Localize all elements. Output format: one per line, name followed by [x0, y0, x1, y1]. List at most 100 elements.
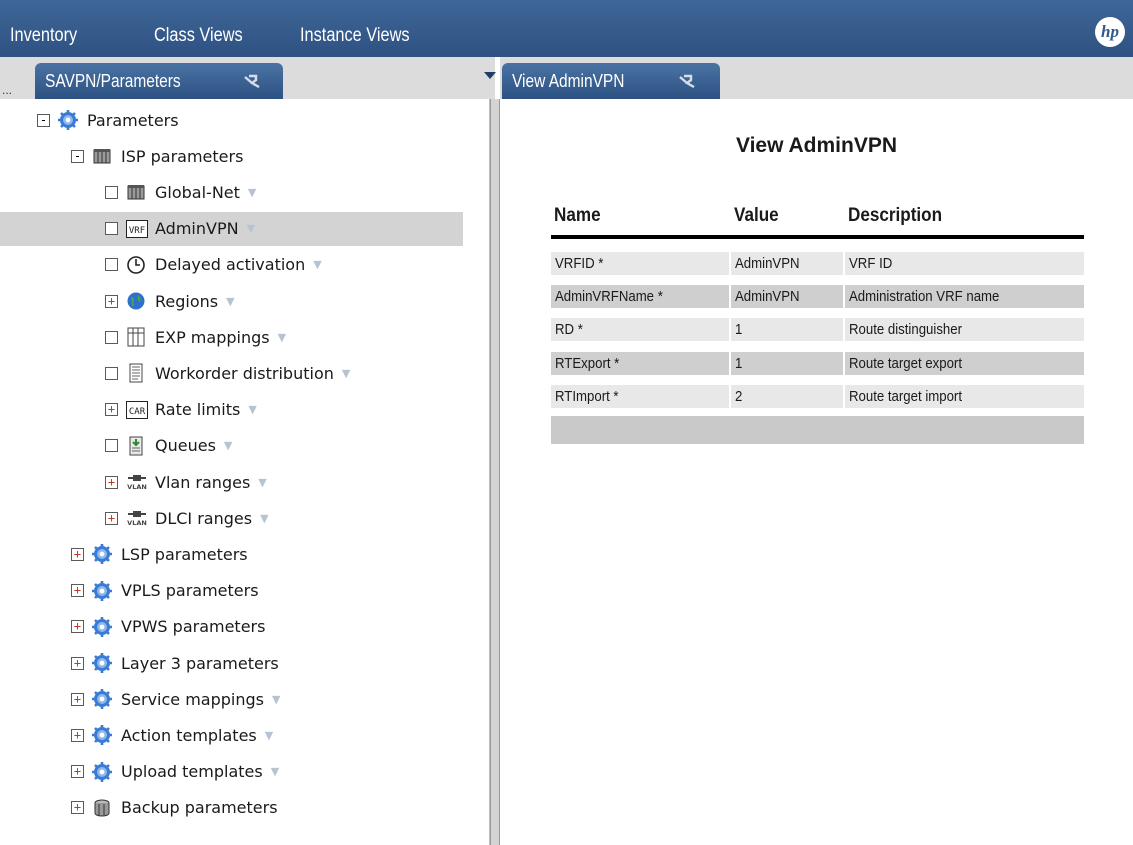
leaf-toggle[interactable] [105, 439, 118, 453]
leaf-toggle[interactable] [105, 330, 118, 344]
tree-item-label: Service mappings [121, 689, 264, 709]
cell-name-text: RTImport * [555, 387, 619, 405]
tab-label: SAVPN/Parameters [45, 71, 181, 91]
dropdown-arrow-icon[interactable]: ▼ [272, 693, 280, 706]
column-header-description: Description [848, 205, 943, 226]
cell-value-text: AdminVPN [735, 255, 800, 272]
tree-item[interactable]: + Service mappings ▼ [71, 682, 280, 716]
expand-toggle[interactable]: + [71, 620, 84, 634]
dropdown-arrow-icon[interactable]: ▼ [278, 331, 286, 344]
table-row[interactable]: RTExport * 1 Route target export [551, 350, 1084, 377]
tree-item[interactable]: + VPLS parameters [71, 574, 259, 608]
tree-item[interactable]: EXP mappings ▼ [105, 320, 286, 354]
right-tab-strip: View AdminVPN [500, 57, 1133, 99]
table-row[interactable]: RTImport * 2 Route target import [551, 383, 1084, 410]
column-header-value: Value [734, 205, 779, 226]
pin-icon[interactable] [678, 74, 698, 88]
dropdown-arrow-icon[interactable]: ▼ [226, 295, 234, 308]
gear-icon [92, 725, 112, 746]
tree-item[interactable]: + Upload templates ▼ [71, 755, 279, 789]
dropdown-arrow-icon[interactable]: ▼ [342, 367, 350, 380]
dropdown-arrow-icon[interactable]: ▼ [265, 729, 273, 742]
leaf-toggle[interactable] [105, 222, 118, 236]
dropdown-arrow-icon[interactable]: ▼ [248, 186, 256, 199]
gear-icon [92, 580, 112, 601]
table-row[interactable]: VRFID * AdminVPN VRF ID [551, 250, 1084, 277]
cell-value: 2 [731, 384, 843, 408]
menu-class-views[interactable]: Class Views [154, 25, 243, 47]
leaf-toggle[interactable] [105, 258, 118, 272]
tree-item-label: Layer 3 parameters [121, 653, 279, 673]
cell-value: 1 [731, 318, 843, 342]
tree-item[interactable]: + LSP parameters [71, 537, 248, 571]
expand-toggle[interactable]: + [71, 584, 84, 598]
tree-item[interactable]: Queues ▼ [105, 429, 232, 463]
tree-item[interactable]: + VPWS parameters [71, 610, 265, 644]
cell-description-text: Route target import [849, 387, 962, 405]
tree-item-label: Workorder distribution [155, 363, 334, 383]
tree-pane: - Parameters - ISP parameters Global-Net ▼ VRF… [0, 99, 490, 845]
tree-item-label: DLCI ranges [155, 508, 253, 528]
pane-splitter[interactable] [490, 99, 500, 845]
leaf-toggle[interactable] [105, 366, 118, 380]
dropdown-arrow-icon[interactable]: ▼ [260, 512, 268, 525]
tab-savpn-parameters[interactable]: SAVPN/Parameters [35, 63, 283, 99]
tree-item[interactable]: Delayed activation ▼ [105, 248, 322, 282]
dropdown-arrow-icon[interactable]: ▼ [258, 476, 266, 489]
cell-value-text: 1 [735, 354, 743, 372]
cell-name-text: RD * [555, 321, 583, 339]
database-icon [92, 798, 112, 818]
vrf-icon: VRF [126, 219, 148, 239]
tree-item[interactable]: + Backup parameters [71, 791, 278, 825]
pin-icon[interactable] [243, 74, 263, 88]
dropdown-arrow-icon[interactable]: ▼ [313, 258, 321, 271]
collapse-toggle[interactable]: - [37, 113, 50, 127]
dropdown-arrow-icon[interactable]: ▼ [271, 765, 279, 778]
leaf-toggle[interactable] [105, 185, 118, 199]
svg-text:VRF: VRF [129, 226, 145, 236]
car-icon: CAR [126, 400, 148, 420]
tree-item[interactable]: VRF AdminVPN ▼ [0, 211, 463, 246]
tree-item[interactable]: + Layer 3 parameters [71, 646, 279, 680]
expand-toggle[interactable]: + [71, 765, 84, 779]
table-row[interactable]: RD * 1 Route distinguisher [551, 316, 1084, 343]
tree-item[interactable]: + VLAN Vlan ranges ▼ [105, 465, 267, 499]
tree-item[interactable]: Global-Net ▼ [105, 175, 256, 209]
left-tab-strip: ... SAVPN/Parameters [0, 57, 495, 99]
tree-item[interactable]: + Action templates ▼ [71, 718, 273, 752]
column-header-name: Name [554, 205, 601, 226]
tab-view-adminvpn[interactable]: View AdminVPN [502, 63, 720, 99]
table-row[interactable]: AdminVRFName * AdminVPN Administration VRF… [551, 283, 1084, 310]
document-icon [126, 363, 146, 383]
cell-name-text: RTExport * [555, 354, 620, 372]
cell-name-text: VRFID * [555, 255, 604, 272]
tab-overflow-button[interactable]: ... [2, 83, 12, 97]
expand-toggle[interactable]: + [105, 403, 118, 417]
expand-toggle[interactable]: + [105, 475, 118, 489]
hp-logo: hp [1095, 17, 1125, 47]
dropdown-arrow-icon[interactable]: ▼ [248, 403, 256, 416]
tree-item[interactable]: + Regions ▼ [105, 284, 235, 318]
menu-instance-views[interactable]: Instance Views [300, 25, 410, 47]
tree-item[interactable]: + VLAN DLCI ranges ▼ [105, 501, 269, 535]
dropdown-arrow-icon[interactable]: ▼ [224, 439, 232, 452]
menu-inventory[interactable]: Inventory [10, 25, 77, 47]
expand-toggle[interactable]: + [71, 801, 84, 815]
tree-item[interactable]: - Parameters [37, 103, 179, 137]
expand-toggle[interactable]: + [105, 511, 118, 525]
expand-toggle[interactable]: + [71, 692, 84, 706]
tree-item[interactable]: - ISP parameters [71, 139, 243, 173]
expand-toggle[interactable]: + [71, 728, 84, 742]
cell-name: RD * [551, 318, 729, 342]
tree-item[interactable]: Workorder distribution ▼ [105, 356, 350, 390]
cell-description-text: Route distinguisher [849, 321, 963, 339]
expand-toggle[interactable]: + [105, 294, 118, 308]
chevron-down-icon[interactable] [484, 72, 496, 79]
tree-item[interactable]: + CAR Rate limits ▼ [105, 393, 257, 427]
expand-toggle[interactable]: + [71, 656, 84, 670]
expand-toggle[interactable]: + [71, 547, 84, 561]
dropdown-arrow-icon[interactable]: ▼ [247, 222, 255, 235]
collapse-toggle[interactable]: - [71, 149, 84, 163]
cell-value: 1 [731, 351, 843, 375]
cell-value-text: 2 [735, 387, 743, 405]
